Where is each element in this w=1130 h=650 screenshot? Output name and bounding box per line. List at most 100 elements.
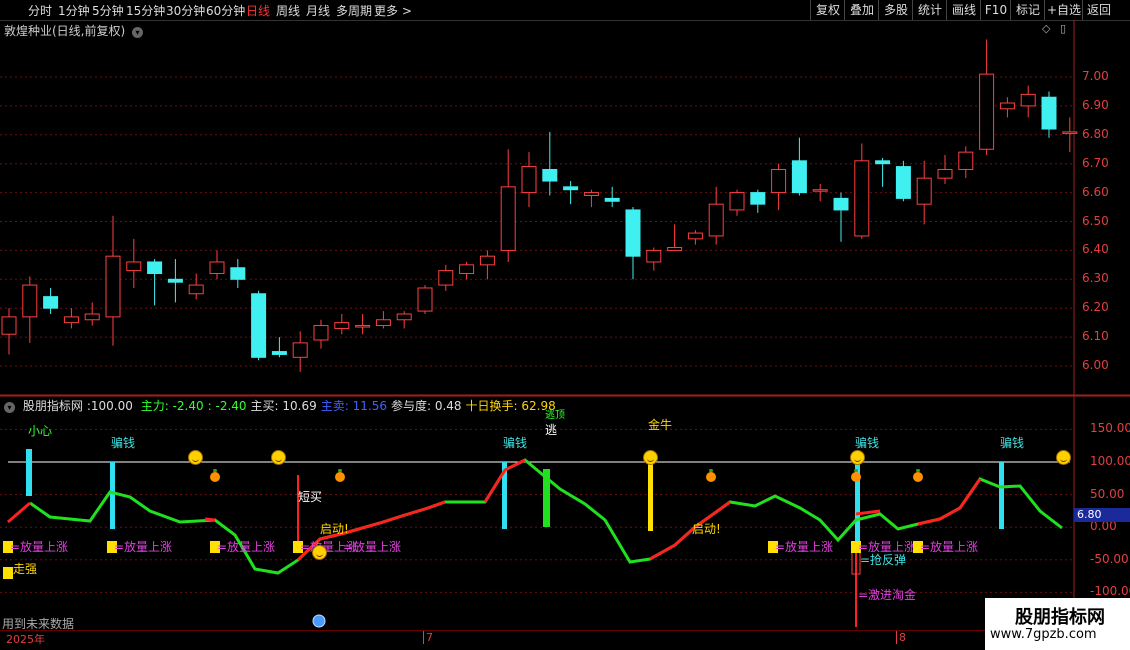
current-price-tag: 6.80: [1074, 508, 1130, 522]
candle-body: [167, 278, 183, 283]
candle-body: [500, 186, 516, 251]
candle-body: [521, 166, 537, 194]
label-pianqian: 骗钱: [111, 436, 136, 450]
candle-body: [604, 197, 620, 202]
price-axis-label: 6.10: [1082, 329, 1109, 344]
indicator-line-red: [917, 478, 982, 526]
price-axis-label: 6.00: [1082, 358, 1109, 372]
candle-body: [854, 160, 870, 237]
candle-body: [895, 166, 911, 199]
candle-body: [625, 209, 641, 257]
candle-body: [791, 160, 807, 194]
candle-body: [750, 192, 766, 205]
candle-body: [355, 325, 371, 328]
toolbar-button[interactable]: 标记: [1010, 0, 1045, 20]
orange-icon: [913, 469, 923, 482]
toolbar-button[interactable]: 多股: [878, 0, 913, 20]
toolbar-button[interactable]: 统计: [912, 0, 947, 20]
candle-body: [833, 197, 849, 211]
marker-bar: [648, 462, 653, 531]
indicator-line-red: [204, 517, 216, 522]
price-axis-label: 7.00: [1082, 69, 1109, 83]
period-tab[interactable]: 分时: [28, 2, 52, 19]
smile-icon: [312, 545, 327, 560]
time-label-month: 7: [423, 631, 433, 644]
watermark-name: 股朋指标网: [1015, 607, 1105, 628]
candle-body: [646, 249, 662, 263]
candle-body: [271, 351, 287, 355]
candle-body: [999, 102, 1015, 110]
candle-body: [63, 316, 79, 324]
toolbar-button[interactable]: F10: [980, 0, 1011, 20]
time-label-month: 8: [896, 631, 906, 644]
orange-icon: [335, 469, 345, 482]
time-axis: [0, 630, 1074, 645]
toolbar-button[interactable]: 返回: [1082, 0, 1115, 20]
candle-body: [43, 296, 59, 309]
label-pianqian: 骗钱: [855, 436, 880, 450]
marker-bar: [26, 449, 32, 496]
candle-body: [396, 313, 412, 321]
indicator-axis-label: 50.00: [1090, 486, 1125, 501]
smile-icon: [188, 450, 203, 465]
candle-body: [667, 247, 683, 251]
toolbar-button[interactable]: 画线: [946, 0, 981, 20]
period-tab[interactable]: 日线: [246, 2, 270, 19]
indicator-axis-label: -50.00: [1090, 551, 1129, 566]
candle-body: [563, 186, 579, 191]
price-axis-label: 6.70: [1082, 155, 1109, 170]
toolbar-button[interactable]: 叠加: [844, 0, 879, 20]
candle-body: [375, 319, 391, 327]
label-zouqiang: 走强: [13, 562, 38, 576]
indicator-line-red: [7, 501, 31, 524]
label-pianqian: 骗钱: [503, 436, 528, 450]
blue-ball-icon: [312, 614, 326, 628]
label-qidong: 启动!: [692, 522, 721, 536]
period-tab[interactable]: 30分钟: [166, 2, 205, 19]
candle-body: [479, 255, 495, 266]
period-tab[interactable]: 更多 >: [374, 2, 412, 19]
period-tab[interactable]: 60分钟: [206, 2, 245, 19]
label-fangliang: =放量上涨: [920, 540, 979, 554]
candle-body: [729, 192, 745, 211]
candle-body: [979, 73, 995, 150]
time-label-year: 2025年: [6, 633, 45, 646]
price-axis-label: 6.90: [1082, 97, 1109, 112]
watermark: 股朋指标网 www.7gpzb.com: [985, 598, 1130, 650]
label-fangliang: =放量上涨: [217, 540, 276, 554]
label-xiaoxin: 小心: [28, 424, 53, 438]
candle-body: [188, 284, 204, 295]
period-tab[interactable]: 15分钟: [126, 2, 165, 19]
period-tab[interactable]: 周线: [276, 2, 300, 19]
period-tab[interactable]: 月线: [306, 2, 330, 19]
candle-body: [459, 264, 475, 275]
period-toolbar: 分时 1分钟 5分钟 15分钟 30分钟 60分钟 日线 周线 月线 多周期 更多 > 复权 叠加 多股…: [0, 0, 1130, 21]
smile-icon: [1056, 450, 1071, 465]
candle-body: [937, 168, 953, 179]
candle-body: [812, 189, 828, 192]
indicator-chart: [0, 395, 1130, 630]
label-jinniu: 金牛: [648, 418, 673, 432]
period-tab[interactable]: 多周期: [336, 2, 372, 19]
price-axis-label: 6.60: [1082, 184, 1109, 199]
orange-icon: [210, 469, 220, 482]
toolbar-button[interactable]: 复权: [810, 0, 845, 20]
candle-body: [958, 151, 974, 170]
candle-body: [209, 261, 225, 275]
candle-body: [1020, 93, 1036, 107]
toolbar-button[interactable]: +自选: [1044, 0, 1083, 20]
price-axis-label: 6.80: [1082, 126, 1109, 141]
orange-icon: [706, 469, 716, 482]
candle-body: [916, 177, 932, 205]
smile-icon: [643, 450, 658, 465]
marker-bar: [999, 462, 1004, 529]
label-tao: 逃: [545, 423, 558, 437]
period-tab[interactable]: 5分钟: [92, 2, 124, 19]
price-axis-label: 6.30: [1082, 271, 1109, 286]
candle-body: [251, 293, 267, 358]
label-qidong: 启动!: [320, 522, 349, 536]
smile-icon: [850, 450, 865, 465]
period-tab[interactable]: 1分钟: [58, 2, 90, 19]
label-duanmai: 短买: [298, 490, 323, 504]
label-pianqian: 骗钱: [1000, 436, 1025, 450]
